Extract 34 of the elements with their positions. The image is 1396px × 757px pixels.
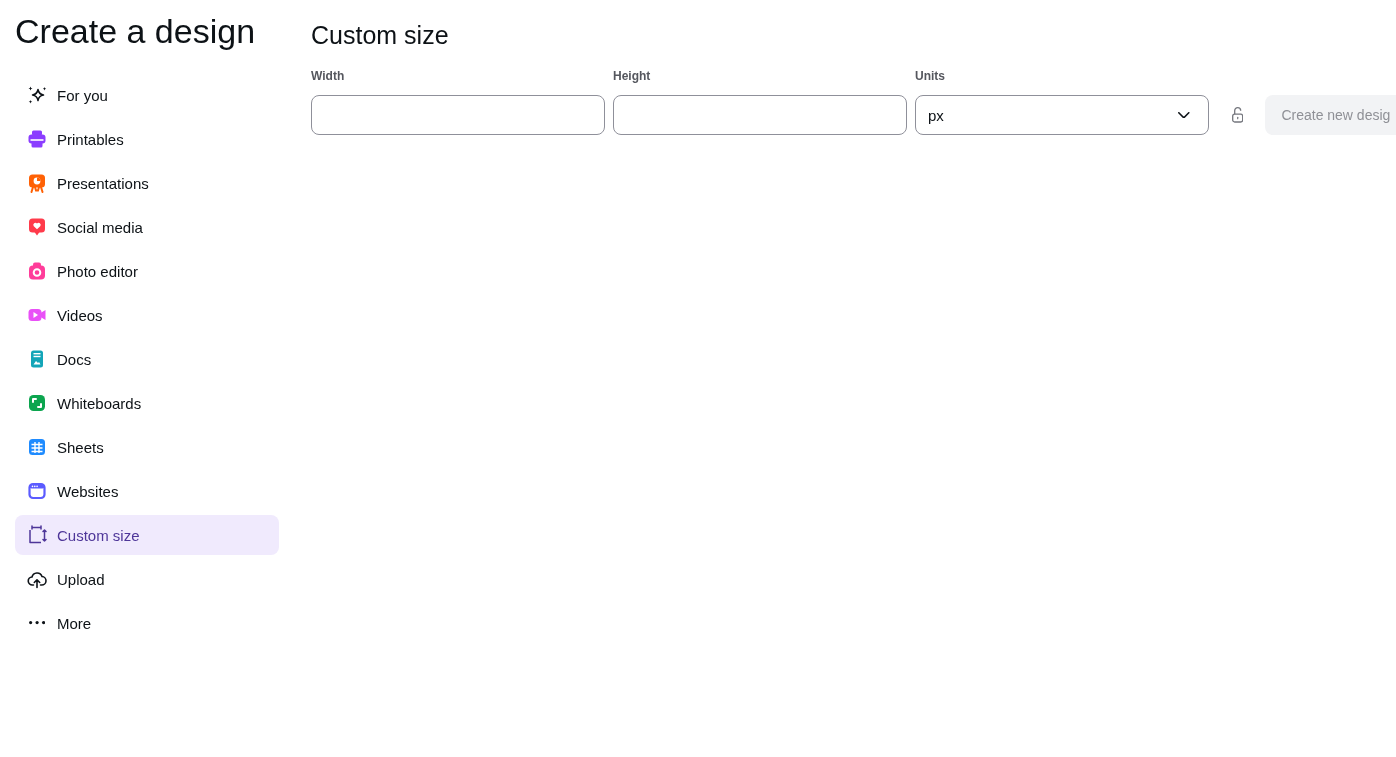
- sparkles-icon: [27, 85, 47, 105]
- width-field[interactable]: [311, 95, 605, 135]
- sidebar-item[interactable]: Printables: [15, 119, 279, 159]
- sidebar-item[interactable]: Sheets: [15, 427, 279, 467]
- sidebar-item[interactable]: Upload: [15, 559, 279, 599]
- padlock-icon[interactable]: [1232, 107, 1244, 123]
- sidebar-item[interactable]: Photo editor: [15, 251, 279, 291]
- page-title: Create a design: [15, 11, 257, 51]
- browser-window-icon: [27, 481, 47, 501]
- sidebar-item[interactable]: Social media: [15, 207, 279, 247]
- field-label: Units: [915, 68, 945, 84]
- sidebar-item[interactable]: Videos: [15, 295, 279, 335]
- sidebar-item[interactable]: More: [15, 603, 279, 643]
- chevron-down-icon: [1178, 111, 1190, 119]
- resize-frame-icon: [27, 525, 47, 545]
- heart-bubble-icon: [27, 217, 47, 237]
- sidebar-item[interactable]: Custom size: [15, 515, 279, 555]
- cloud-upload-icon: [27, 569, 47, 589]
- section-title: Custom size: [311, 20, 450, 51]
- units-dropdown[interactable]: px: [915, 95, 1209, 135]
- field-label: Width: [311, 68, 345, 84]
- camera-icon: [27, 261, 47, 281]
- presentation-easel-icon: [27, 173, 47, 193]
- sidebar-item[interactable]: For you: [15, 75, 279, 115]
- field-label: Height: [613, 68, 651, 84]
- sidebar-item[interactable]: Whiteboards: [15, 383, 279, 423]
- more-dots-icon: [28, 621, 46, 625]
- printer-icon: [27, 129, 47, 149]
- height-field[interactable]: [613, 95, 907, 135]
- sidebar-item[interactable]: Websites: [15, 471, 279, 511]
- sidebar-item[interactable]: Docs: [15, 339, 279, 379]
- frame-corners-icon: [27, 393, 47, 413]
- spreadsheet-grid-icon: [27, 437, 47, 457]
- sidebar-item[interactable]: Presentations: [15, 163, 279, 203]
